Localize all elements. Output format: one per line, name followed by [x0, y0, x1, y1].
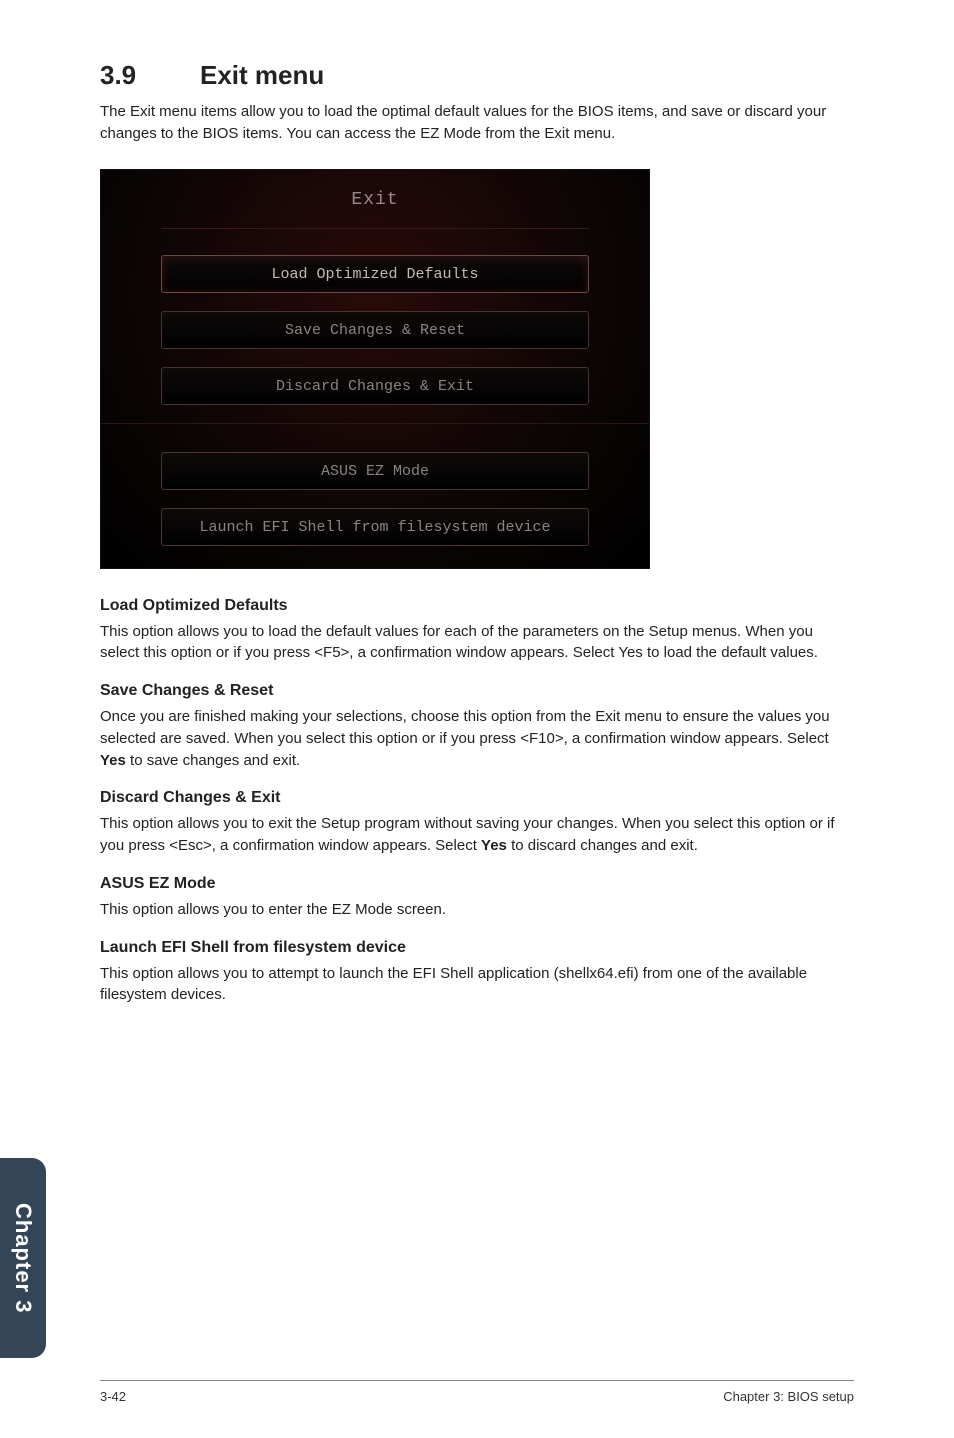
- bios-separator: [101, 423, 649, 424]
- intro-paragraph: The Exit menu items allow you to load th…: [100, 101, 854, 145]
- body-save-reset: Once you are finished making your select…: [100, 706, 854, 771]
- page-footer: 3-42 Chapter 3: BIOS setup: [100, 1380, 854, 1404]
- footer-page-number: 3-42: [100, 1389, 126, 1404]
- bios-save-reset-button[interactable]: Save Changes & Reset: [161, 311, 589, 349]
- subheading-launch-efi: Launch EFI Shell from filesystem device: [100, 939, 854, 957]
- body-discard-exit: This option allows you to exit the Setup…: [100, 813, 854, 857]
- section-title-text: Exit menu: [200, 60, 324, 90]
- bios-tab-title: Exit: [161, 190, 589, 229]
- body-discard-exit-a: This option allows you to exit the Setup…: [100, 815, 835, 854]
- bios-ez-mode-button[interactable]: ASUS EZ Mode: [161, 452, 589, 490]
- section-heading: 3.9Exit menu: [100, 60, 854, 91]
- body-discard-exit-yes: Yes: [481, 837, 507, 854]
- bios-discard-exit-button[interactable]: Discard Changes & Exit: [161, 367, 589, 405]
- body-load-defaults: This option allows you to load the defau…: [100, 621, 854, 665]
- body-save-reset-a: Once you are finished making your select…: [100, 708, 830, 747]
- page-content: 3.9Exit menu The Exit menu items allow y…: [0, 0, 954, 1052]
- body-launch-efi: This option allows you to attempt to lau…: [100, 963, 854, 1007]
- section-number: 3.9: [100, 60, 200, 91]
- bios-load-defaults-button[interactable]: Load Optimized Defaults: [161, 255, 589, 293]
- bios-launch-efi-button[interactable]: Launch EFI Shell from filesystem device: [161, 508, 589, 546]
- subheading-ez-mode: ASUS EZ Mode: [100, 875, 854, 893]
- body-ez-mode: This option allows you to enter the EZ M…: [100, 899, 854, 921]
- body-save-reset-yes: Yes: [100, 752, 126, 769]
- subheading-save-reset: Save Changes & Reset: [100, 682, 854, 700]
- subheading-load-defaults: Load Optimized Defaults: [100, 597, 854, 615]
- chapter-side-tab-label: Chapter 3: [10, 1203, 36, 1313]
- subheading-discard-exit: Discard Changes & Exit: [100, 789, 854, 807]
- bios-screenshot: Exit Load Optimized Defaults Save Change…: [100, 169, 650, 569]
- chapter-side-tab: Chapter 3: [0, 1158, 46, 1358]
- body-save-reset-b: to save changes and exit.: [126, 752, 300, 769]
- footer-chapter-label: Chapter 3: BIOS setup: [723, 1389, 854, 1404]
- body-discard-exit-b: to discard changes and exit.: [507, 837, 698, 854]
